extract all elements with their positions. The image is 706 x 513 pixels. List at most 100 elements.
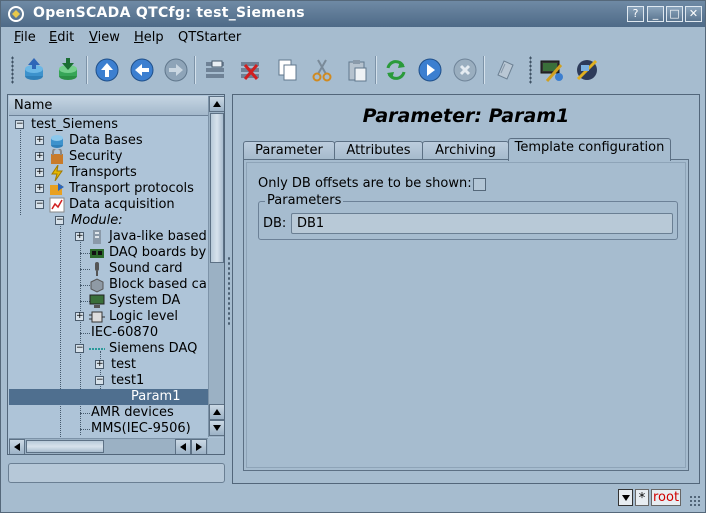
- expand-icon[interactable]: +: [75, 232, 84, 241]
- scroll-right-button[interactable]: [191, 439, 207, 454]
- tree-item[interactable]: + Security: [9, 147, 208, 165]
- db-field[interactable]: DB1: [291, 213, 673, 234]
- tab-template-configuration[interactable]: Template configuration: [508, 138, 671, 161]
- expand-icon[interactable]: +: [35, 184, 44, 193]
- collapse-icon[interactable]: −: [15, 120, 24, 129]
- diagnostics-icon[interactable]: [572, 55, 602, 85]
- only-db-offsets-checkbox[interactable]: [473, 178, 486, 191]
- menu-view[interactable]: View: [89, 30, 120, 45]
- cut-icon[interactable]: [307, 55, 337, 85]
- tree-item[interactable]: AMR devices: [9, 405, 208, 421]
- menu-file[interactable]: File: [14, 30, 36, 45]
- toolbar-separator: [483, 56, 485, 84]
- scroll-left-button[interactable]: [175, 439, 191, 454]
- tree-item[interactable]: + test: [9, 357, 208, 373]
- collapse-icon[interactable]: −: [35, 200, 44, 209]
- tab-attributes[interactable]: Attributes: [334, 141, 423, 161]
- tree-item-label: test: [111, 357, 136, 372]
- tree-item-label: Module:: [71, 213, 123, 228]
- vision-icon[interactable]: [537, 55, 567, 85]
- scroll-corner: [208, 438, 224, 454]
- minimize-button[interactable]: _: [647, 6, 664, 22]
- tree-item[interactable]: + Data Bases: [9, 133, 208, 149]
- tree-item-label: Transport protocols: [69, 181, 194, 196]
- tree-item-label: MMS(IEC-9506): [91, 421, 191, 436]
- tree-item[interactable]: Block based ca: [9, 277, 208, 293]
- toolbar-grip[interactable]: [11, 56, 14, 84]
- forward-icon[interactable]: [161, 55, 191, 85]
- tree-horizontal-scrollbar[interactable]: [9, 438, 208, 454]
- scroll-down-button[interactable]: [209, 420, 224, 436]
- expand-icon[interactable]: +: [35, 152, 44, 161]
- start-icon[interactable]: [415, 55, 445, 85]
- tree-item-label: Data Bases: [69, 133, 143, 148]
- siemens-icon: [89, 341, 105, 357]
- tree-item[interactable]: − Module:: [9, 213, 208, 229]
- tree-item[interactable]: MMS(IEC-9506): [9, 421, 208, 437]
- close-button[interactable]: ✕: [685, 6, 702, 22]
- tree-item[interactable]: − Siemens DAQ: [9, 341, 208, 357]
- size-grip[interactable]: [689, 495, 701, 507]
- add-item-icon[interactable]: [200, 55, 230, 85]
- parameters-group-title: Parameters: [265, 193, 344, 208]
- tree-item[interactable]: + Java-like based: [9, 229, 208, 245]
- db-load-icon[interactable]: [19, 55, 49, 85]
- tree-item[interactable]: Param1: [9, 389, 208, 405]
- stop-icon[interactable]: [450, 55, 480, 85]
- tree-column-header[interactable]: Name: [9, 96, 208, 116]
- toolbar-separator: [375, 56, 377, 84]
- user-indicator[interactable]: root: [651, 489, 681, 506]
- status-dropdown[interactable]: [618, 489, 633, 506]
- tree-item[interactable]: − Data acquisition: [9, 197, 208, 213]
- expand-icon[interactable]: +: [35, 168, 44, 177]
- paste-icon[interactable]: [342, 55, 372, 85]
- protocols-icon: [49, 181, 65, 197]
- tree-item-label: Security: [69, 149, 123, 164]
- expand-icon[interactable]: +: [75, 312, 84, 321]
- window-title: OpenSCADA QTCfg: test_Siemens: [33, 5, 305, 21]
- tree-vertical-scrollbar[interactable]: [208, 96, 224, 437]
- collapse-icon[interactable]: −: [55, 216, 64, 225]
- menu-edit[interactable]: Edit: [49, 30, 74, 45]
- delete-item-icon[interactable]: [235, 55, 265, 85]
- collapse-icon[interactable]: −: [95, 376, 104, 385]
- tree-item-label: DAQ boards by: [109, 245, 207, 260]
- tab-archiving[interactable]: Archiving: [422, 141, 509, 161]
- back-icon[interactable]: [127, 55, 157, 85]
- refresh-icon[interactable]: [381, 55, 411, 85]
- tree-item[interactable]: + Transport protocols: [9, 181, 208, 197]
- scroll-left-button[interactable]: [9, 439, 25, 454]
- tree-item[interactable]: + Transports: [9, 164, 208, 182]
- menu-help[interactable]: Help: [134, 30, 164, 45]
- copy-icon[interactable]: [272, 55, 302, 85]
- horizontal-scroll-thumb[interactable]: [26, 440, 104, 453]
- tree-item[interactable]: DAQ boards by: [9, 245, 208, 261]
- scroll-up-button[interactable]: [209, 404, 224, 420]
- toolbar-grip[interactable]: [529, 56, 532, 84]
- tree-item-label: Transports: [69, 165, 137, 180]
- object-tree[interactable]: Name − test_Siemens + Data Bases + Security + T…: [7, 94, 225, 455]
- pane-splitter[interactable]: [227, 256, 231, 326]
- expand-icon[interactable]: +: [35, 136, 44, 145]
- tree-item[interactable]: + Logic level: [9, 309, 208, 325]
- up-icon[interactable]: [92, 55, 122, 85]
- title-bar[interactable]: OpenSCADA QTCfg: test_Siemens ? _ □ ✕: [1, 1, 705, 27]
- expand-icon[interactable]: +: [95, 360, 104, 369]
- tree-item[interactable]: Sound card: [9, 261, 208, 277]
- db-save-icon[interactable]: [53, 55, 83, 85]
- tree-item[interactable]: − test1: [9, 373, 208, 389]
- maximize-button[interactable]: □: [666, 6, 683, 22]
- tree-item[interactable]: − test_Siemens: [9, 117, 208, 133]
- scroll-up-button[interactable]: [209, 96, 224, 112]
- board-icon: [89, 245, 105, 261]
- collapse-icon[interactable]: −: [75, 344, 84, 353]
- help-window-button[interactable]: ?: [627, 6, 644, 22]
- openscada-app-icon[interactable]: [7, 5, 25, 23]
- whats-this-icon[interactable]: [490, 55, 520, 85]
- menu-qtstarter[interactable]: QTStarter: [178, 30, 241, 45]
- tree-item[interactable]: System DA: [9, 293, 208, 309]
- scroll-thumb[interactable]: [210, 113, 224, 263]
- tab-parameter[interactable]: Parameter: [243, 141, 335, 161]
- tree-item[interactable]: IEC-60870: [9, 325, 208, 341]
- daq-icon: [49, 197, 65, 213]
